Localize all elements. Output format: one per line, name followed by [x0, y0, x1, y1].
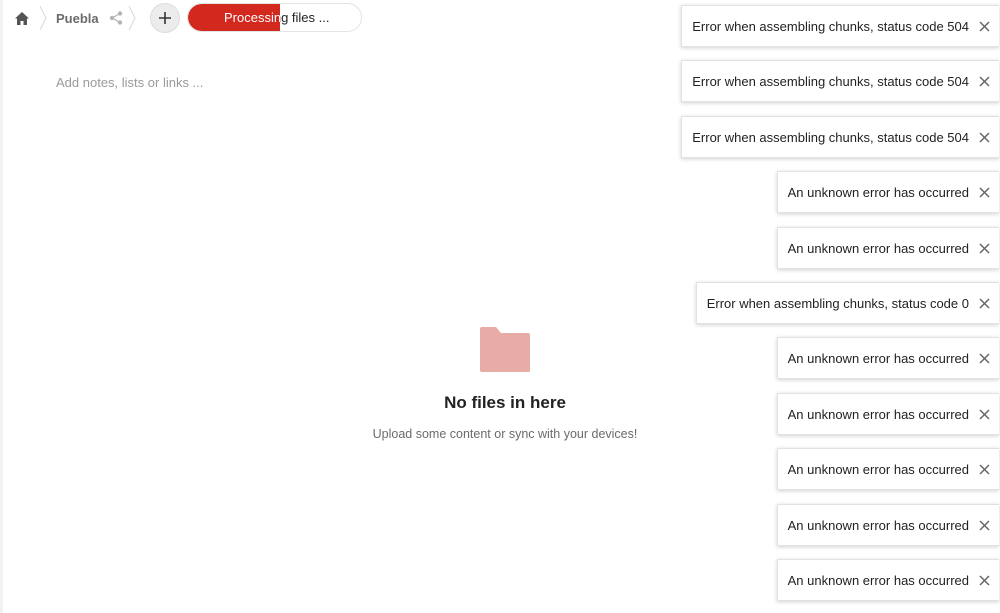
chevron-right-icon [125, 3, 139, 33]
toast-message: An unknown error has occurred [787, 350, 969, 366]
close-icon[interactable] [969, 394, 999, 434]
close-icon[interactable] [969, 228, 999, 268]
notes-input[interactable]: Add notes, lists or links ... [56, 75, 203, 90]
toast-message: Error when assembling chunks, status cod… [692, 73, 969, 89]
toast-message: An unknown error has occurred [787, 184, 969, 200]
error-toast: Error when assembling chunks, status cod… [695, 282, 999, 324]
folder-icon [480, 327, 530, 372]
error-toast: An unknown error has occurred [776, 393, 999, 435]
empty-subtitle: Upload some content or sync with your de… [372, 427, 638, 441]
close-icon[interactable] [969, 560, 999, 600]
error-toast: An unknown error has occurred [776, 559, 999, 601]
toast-message: An unknown error has occurred [787, 461, 969, 477]
left-edge [0, 0, 3, 613]
close-icon[interactable] [969, 172, 999, 212]
error-toast: Error when assembling chunks, status cod… [681, 116, 999, 158]
breadcrumb-folder[interactable]: Puebla [50, 11, 103, 26]
home-icon[interactable] [8, 3, 36, 33]
error-toast: An unknown error has occurred [776, 227, 999, 269]
files-app: Puebla Processing files ... Processing f… [0, 0, 1000, 613]
empty-title: No files in here [444, 393, 566, 412]
progress-label-on-fill: Processing files ... [224, 10, 280, 25]
close-icon[interactable] [969, 6, 999, 46]
error-toast: An unknown error has occurred [776, 448, 999, 490]
toast-message: An unknown error has occurred [787, 406, 969, 422]
toast-message: An unknown error has occurred [787, 572, 969, 588]
close-icon[interactable] [969, 449, 999, 489]
error-toast: Error when assembling chunks, status cod… [681, 60, 999, 102]
breadcrumb: Puebla [8, 2, 139, 34]
close-icon[interactable] [969, 117, 999, 157]
toast-message: Error when assembling chunks, status cod… [692, 129, 969, 145]
close-icon[interactable] [969, 61, 999, 101]
error-toast: An unknown error has occurred [776, 171, 999, 213]
toast-message: An unknown error has occurred [787, 517, 969, 533]
error-toast: Error when assembling chunks, status cod… [681, 5, 999, 47]
empty-state: No files in here Upload some content or … [300, 325, 710, 441]
chevron-right-icon [36, 3, 50, 33]
upload-progress-bar: Processing files ... Processing files ..… [187, 3, 362, 32]
add-button[interactable] [150, 3, 180, 33]
toast-message: Error when assembling chunks, status cod… [692, 18, 969, 34]
error-toast: An unknown error has occurred [776, 337, 999, 379]
error-toast: An unknown error has occurred [776, 504, 999, 546]
plus-icon [159, 12, 171, 24]
toast-message: Error when assembling chunks, status cod… [706, 295, 969, 311]
close-icon[interactable] [969, 283, 999, 323]
toast-message: An unknown error has occurred [787, 240, 969, 256]
share-icon[interactable] [107, 3, 125, 33]
close-icon[interactable] [969, 505, 999, 545]
progress-fill-label-clip: Processing files ... [188, 4, 280, 31]
close-icon[interactable] [969, 338, 999, 378]
